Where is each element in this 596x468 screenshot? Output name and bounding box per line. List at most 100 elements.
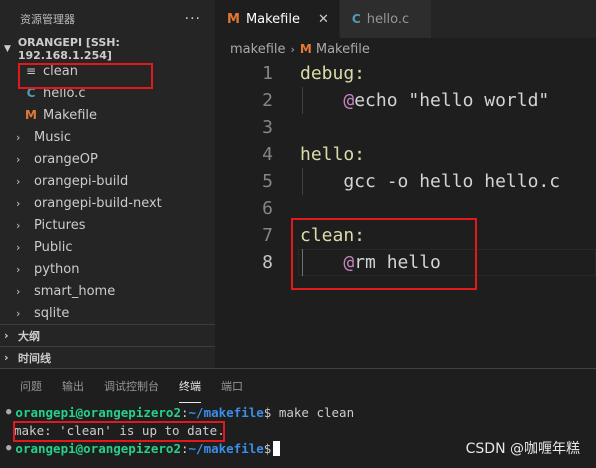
- breadcrumb-folder[interactable]: makefile: [230, 42, 286, 57]
- folder-label: orangepi-build-next: [34, 195, 162, 211]
- file-item-clean[interactable]: ≡ clean: [0, 60, 215, 82]
- code-line: 1 debug:: [215, 60, 596, 87]
- file-item-hello-c[interactable]: C hello.c: [0, 82, 215, 104]
- folder-item[interactable]: › python: [0, 258, 215, 280]
- folder-label: python: [34, 261, 80, 277]
- file-tree: ≡ clean C hello.c M Makefile › Music › o…: [0, 60, 215, 324]
- breadcrumb-file[interactable]: Makefile: [316, 42, 370, 57]
- code-editor[interactable]: 1 debug: 2 @echo "hello world" 3 4 hello: 5 gc…: [215, 60, 596, 368]
- file-label: Makefile: [43, 107, 98, 123]
- code-line: 2 @echo "hello world": [215, 87, 596, 114]
- dot-icon: ●: [6, 407, 12, 417]
- code-token: gcc -o hello hello.c: [300, 171, 561, 192]
- editor-tabs: M Makefile ✕ C hello.c: [215, 0, 596, 38]
- code-token: echo "hello world": [354, 90, 550, 111]
- explorer-header: 资源管理器 ···: [0, 0, 215, 38]
- terminal-line: ● orangepi@orangepizero2: ~/makefile $ mak…: [6, 403, 596, 421]
- timeline-section[interactable]: › 时间线: [0, 346, 215, 368]
- terminal-user: orangepi@orangepizero2: [15, 404, 181, 420]
- terminal-path: ~/makefile: [188, 440, 264, 456]
- chevron-down-icon: ▼: [4, 44, 11, 54]
- folder-label: Music: [34, 129, 71, 145]
- chevron-right-icon: ›: [16, 218, 21, 232]
- explorer-title: 资源管理器: [20, 13, 75, 26]
- code-text: hello:: [300, 144, 365, 165]
- code-token: rm hello: [354, 252, 441, 273]
- terminal-prompt: $: [263, 440, 272, 456]
- folder-label: orangeOP: [34, 151, 98, 167]
- c-file-icon: C: [26, 86, 36, 100]
- makefile-icon: M: [299, 42, 312, 56]
- explorer-sidebar: 资源管理器 ··· ▼ ORANGEPI [SSH: 192.168.1.254…: [0, 0, 215, 368]
- code-line: 4 hello:: [215, 141, 596, 168]
- folder-item[interactable]: › orangepi-build-next: [0, 192, 215, 214]
- code-line: 5 gcc -o hello hello.c: [215, 168, 596, 195]
- code-text: clean:: [300, 225, 365, 246]
- folder-label: orangepi-build: [34, 173, 129, 189]
- line-number: 4: [262, 144, 273, 165]
- terminal-cursor: [273, 440, 281, 456]
- terminal-command: $ make clean: [263, 404, 355, 420]
- folder-item[interactable]: › orangeOP: [0, 148, 215, 170]
- chevron-right-icon: ›: [16, 262, 21, 276]
- line-number: 1: [262, 63, 273, 84]
- code-line: 3: [215, 114, 596, 141]
- file-label: clean: [43, 63, 78, 79]
- folder-item[interactable]: › Pictures: [0, 214, 215, 236]
- terminal-line: make: 'clean' is up to date.: [6, 421, 596, 439]
- lines-icon: ≡: [25, 64, 37, 78]
- outline-section[interactable]: › 大纲: [0, 324, 215, 346]
- bottom-panel: 问题 输出 调试控制台 终端 端口 ● orangepi@orangepizer…: [0, 368, 596, 468]
- panel-tabs: 问题 输出 调试控制台 终端 端口: [0, 369, 596, 403]
- workspace-root[interactable]: ▼ ORANGEPI [SSH: 192.168.1.254]: [0, 36, 215, 62]
- folder-label: Pictures: [34, 217, 86, 233]
- line-number: 6: [262, 198, 273, 219]
- chevron-right-icon: ›: [4, 351, 9, 364]
- terminal-path: ~/makefile: [188, 404, 264, 420]
- terminal-user: orangepi@orangepizero2: [15, 440, 181, 456]
- line-number: 5: [262, 171, 273, 192]
- code-token: hello:: [300, 144, 366, 165]
- file-item-makefile[interactable]: M Makefile: [0, 104, 215, 126]
- makefile-icon: M: [227, 11, 240, 27]
- code-token: @: [343, 252, 355, 273]
- folder-item[interactable]: › sqlite: [0, 302, 215, 324]
- close-icon[interactable]: ✕: [318, 12, 329, 27]
- breadcrumb-separator: ›: [290, 42, 295, 56]
- terminal-colon: :: [181, 404, 189, 420]
- line-number: 7: [262, 225, 273, 246]
- watermark: CSDN @咖喱年糕: [465, 441, 580, 457]
- chevron-right-icon: ›: [16, 174, 21, 188]
- folder-item[interactable]: › Public: [0, 236, 215, 258]
- chevron-right-icon: ›: [16, 152, 21, 166]
- code-text: @rm hello: [300, 252, 441, 273]
- code-text: @echo "hello world": [300, 90, 549, 111]
- folder-label: smart_home: [34, 283, 116, 299]
- breadcrumb: makefile › M Makefile: [215, 38, 596, 60]
- tab-problems[interactable]: 问题: [20, 369, 42, 403]
- file-label: hello.c: [43, 85, 86, 101]
- tab-debug-console[interactable]: 调试控制台: [104, 369, 159, 403]
- tab-hello-c[interactable]: C hello.c: [339, 0, 433, 38]
- tab-makefile[interactable]: M Makefile ✕: [215, 0, 340, 38]
- folder-item[interactable]: › orangepi-build: [0, 170, 215, 192]
- code-line: 6: [215, 195, 596, 222]
- folder-item[interactable]: › smart_home: [0, 280, 215, 302]
- more-actions-button[interactable]: ···: [185, 11, 201, 27]
- folder-item[interactable]: › Music: [0, 126, 215, 148]
- tab-terminal[interactable]: 终端: [179, 369, 201, 403]
- chevron-right-icon: ›: [4, 329, 9, 342]
- tab-output[interactable]: 输出: [62, 369, 84, 403]
- code-token: @: [343, 90, 355, 111]
- folder-label: Public: [34, 239, 73, 255]
- tab-label: Makefile: [245, 11, 300, 27]
- chevron-right-icon: ›: [16, 306, 21, 320]
- tab-ports[interactable]: 端口: [221, 369, 243, 403]
- dot-icon: ●: [6, 443, 12, 453]
- chevron-right-icon: ›: [16, 130, 21, 144]
- code-token: debug:: [300, 63, 366, 84]
- chevron-right-icon: ›: [16, 196, 21, 210]
- terminal-output: make: 'clean' is up to date.: [14, 422, 225, 438]
- line-number: 3: [262, 117, 273, 138]
- timeline-label: 时间线: [18, 351, 51, 365]
